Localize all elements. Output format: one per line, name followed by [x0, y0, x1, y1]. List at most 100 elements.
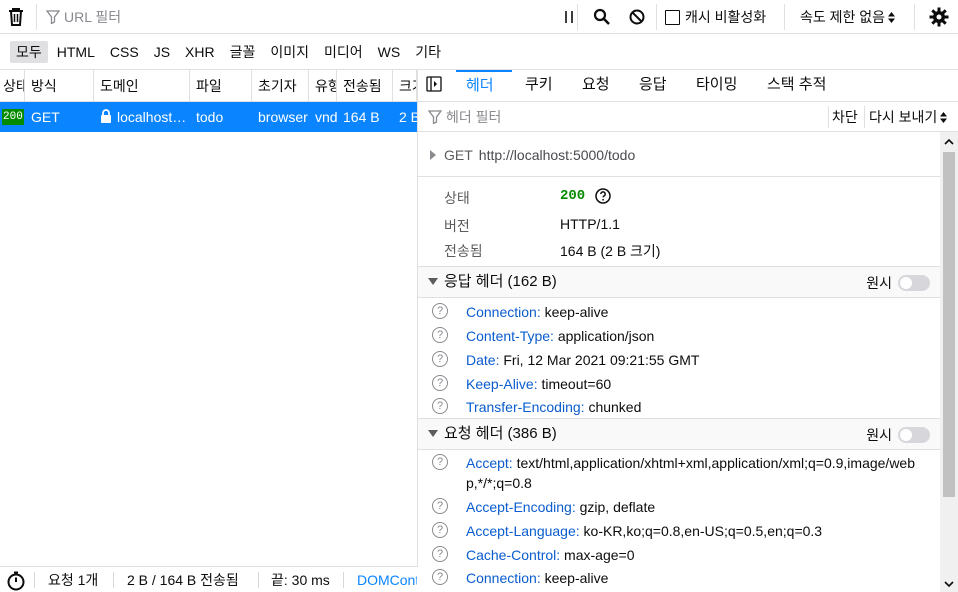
- tab-stack-trace[interactable]: 스택 추적: [767, 70, 826, 102]
- network-toolbar: URL 필터 캐시 비활성화 속도 제한 없음: [0, 0, 958, 34]
- throttle-select[interactable]: 속도 제한 없음: [800, 0, 896, 34]
- toolbar-divider: [656, 4, 657, 30]
- request-summary[interactable]: GET http://localhost:5000/todo: [430, 144, 635, 166]
- type-filter-other[interactable]: 기타: [409, 41, 447, 63]
- block-icon[interactable]: [625, 5, 649, 29]
- tab-response[interactable]: 응답: [639, 70, 667, 102]
- type-filter-images[interactable]: 이미지: [264, 41, 315, 63]
- column-header-size[interactable]: 크기: [393, 70, 417, 102]
- header-name: Cache-Control:: [466, 547, 561, 563]
- help-icon[interactable]: [595, 188, 611, 204]
- resend-label: 다시 보내기: [869, 109, 938, 125]
- header-name: Accept:: [466, 455, 513, 471]
- checkbox-box[interactable]: [665, 9, 680, 25]
- response-headers-section[interactable]: 응답 헤더 (162 B) 원시: [418, 266, 940, 298]
- column-header-file[interactable]: 파일: [190, 70, 252, 102]
- header-filter-input[interactable]: 헤더 필터: [428, 102, 501, 132]
- search-icon[interactable]: [590, 5, 614, 29]
- header-name: Date:: [466, 352, 500, 368]
- help-icon[interactable]: ?: [432, 398, 448, 414]
- raw-label: 원시: [866, 427, 892, 443]
- column-header-transferred[interactable]: 전송됨: [337, 70, 393, 102]
- lock-icon: [100, 109, 112, 123]
- column-header-domain[interactable]: 도메인: [94, 70, 190, 102]
- summary-method: GET: [444, 147, 473, 163]
- resend-button[interactable]: 다시 보내기: [869, 102, 955, 132]
- status-divider: [34, 572, 35, 588]
- gear-icon[interactable]: [927, 5, 951, 29]
- tab-timings[interactable]: 타이밍: [696, 70, 737, 102]
- type-filter-fonts[interactable]: 글꼴: [224, 41, 262, 63]
- type-filter-xhr[interactable]: XHR: [179, 41, 221, 63]
- type-filter-all[interactable]: 모두: [10, 40, 48, 63]
- header-name: Accept-Language:: [466, 523, 580, 539]
- request-headers-section[interactable]: 요청 헤더 (386 B) 원시: [418, 418, 940, 450]
- header-filter-placeholder: 헤더 필터: [446, 109, 502, 125]
- column-header-method[interactable]: 방식: [25, 70, 94, 102]
- trash-icon[interactable]: [4, 5, 28, 29]
- finish-time: 끝: 30 ms: [271, 572, 330, 588]
- help-icon[interactable]: ?: [432, 498, 448, 514]
- raw-toggle[interactable]: 원시: [866, 425, 930, 445]
- request-initiator: browser: [258, 109, 308, 125]
- type-filter-ws[interactable]: WS: [372, 41, 407, 63]
- type-filter-media[interactable]: 미디어: [318, 41, 369, 63]
- status-divider: [258, 572, 259, 588]
- help-icon[interactable]: ?: [432, 522, 448, 538]
- column-header-status[interactable]: 상태: [0, 70, 25, 102]
- collapse-arrow-icon: [428, 278, 438, 285]
- vertical-scrollbar[interactable]: [940, 132, 958, 592]
- help-icon[interactable]: ?: [432, 303, 448, 319]
- column-header-initiator[interactable]: 초기자: [252, 70, 309, 102]
- type-filter-css[interactable]: CSS: [104, 41, 145, 63]
- block-button[interactable]: 차단: [832, 102, 858, 132]
- help-icon[interactable]: ?: [432, 546, 448, 562]
- help-icon[interactable]: ?: [432, 454, 448, 470]
- request-method: GET: [31, 109, 60, 125]
- header-value: gzip, deflate: [579, 499, 656, 515]
- request-domain: localhost:5000: [117, 109, 190, 125]
- header-value: Fri, 12 Mar 2021 09:21:55 GMT: [503, 352, 700, 368]
- header-value: keep-alive: [544, 570, 609, 586]
- header-value: chunked: [588, 399, 642, 415]
- tab-cookies[interactable]: 쿠키: [525, 70, 553, 102]
- version-label: 버전: [444, 218, 470, 234]
- raw-switch[interactable]: [898, 275, 930, 291]
- tab-headers[interactable]: 헤더: [456, 70, 512, 102]
- request-headers-title: 요청 헤더 (386 B): [444, 425, 557, 442]
- raw-toggle[interactable]: 원시: [866, 273, 930, 293]
- status-divider: [343, 572, 344, 588]
- scroll-down-arrow-icon[interactable]: [944, 581, 954, 588]
- disable-cache-checkbox[interactable]: 캐시 비활성화: [665, 0, 766, 34]
- status-value: 200: [560, 188, 586, 204]
- version-value: HTTP/1.1: [560, 216, 620, 232]
- tab-request[interactable]: 요청: [582, 70, 610, 102]
- raw-switch[interactable]: [898, 427, 930, 443]
- header-value: text/html,application/xhtml+xml,applicat…: [466, 455, 916, 491]
- headers-content: GET http://localhost:5000/todo 상태 200 버전…: [418, 132, 940, 592]
- type-filter-html[interactable]: HTML: [51, 41, 101, 63]
- funnel-icon: [428, 110, 442, 124]
- request-type: vnd: [315, 109, 337, 125]
- url-filter-input[interactable]: URL 필터: [46, 0, 566, 34]
- request-file: todo: [196, 109, 224, 125]
- scroll-up-arrow-icon[interactable]: [944, 138, 954, 145]
- header-value: ko-KR,ko;q=0.8,en-US;q=0.5,en;q=0.3: [583, 523, 823, 539]
- scrollbar-thumb[interactable]: [943, 152, 955, 497]
- help-icon[interactable]: ?: [432, 375, 448, 391]
- column-header-type[interactable]: 유형: [309, 70, 337, 102]
- help-icon[interactable]: ?: [432, 569, 448, 585]
- request-list-header: 상태 방식 도메인 파일 초기자 유형 전송됨 크기: [0, 70, 417, 102]
- header-value: keep-alive: [544, 304, 609, 320]
- header-name: Content-Type:: [466, 328, 554, 344]
- help-icon[interactable]: ?: [432, 327, 448, 343]
- status-value-group: 200: [560, 188, 611, 204]
- help-icon[interactable]: ?: [432, 351, 448, 367]
- stopwatch-icon[interactable]: [6, 571, 26, 591]
- request-row[interactable]: 200 GET localhost:5000 todo browser vnd …: [0, 102, 417, 132]
- dom-content-loaded: DOMContentLoaded: [357, 572, 417, 588]
- pause-icon[interactable]: [557, 5, 581, 29]
- filter-divider: [864, 106, 865, 128]
- type-filter-js[interactable]: JS: [148, 41, 176, 63]
- response-headers-title: 응답 헤더 (162 B): [444, 273, 557, 290]
